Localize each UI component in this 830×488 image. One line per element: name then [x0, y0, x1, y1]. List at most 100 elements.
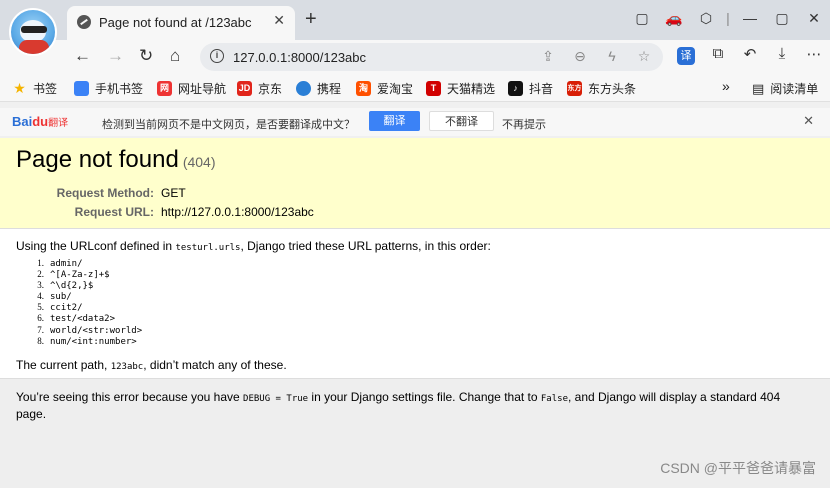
phone-icon [74, 81, 89, 96]
new-tab-button[interactable]: + [305, 8, 317, 31]
divider: | [726, 10, 730, 26]
request-url-value: http://127.0.0.1:8000/123abc [161, 205, 314, 219]
explanation-text: You’re seeing this error because you hav… [16, 390, 781, 421]
address-bar[interactable]: i 127.0.0.1:8000/123abc ⇪ ⊖ ϟ ☆ [200, 43, 663, 71]
bookmark-label: 天猫精选 [447, 82, 496, 96]
jd-icon: JD [237, 81, 252, 96]
close-translate-icon[interactable]: ✕ [803, 113, 814, 129]
url-pattern-list: 1. admin/ 2. ^[A-Za-z]+$ 3. ^\d{2,}$ 4. sub/… [30, 258, 142, 347]
error-summary: Page not found (404) Request Method: GET … [0, 138, 830, 229]
bookmark-item[interactable]: ♪ 抖音 [508, 80, 553, 97]
toolbar-right: 译 ⧉ ↶ ⤓ ⋯ [673, 45, 827, 65]
title-bar: Page not found at /123abc ✕ + ▢ 🚗 ⬡ | — … [0, 0, 830, 40]
bookmark-item[interactable]: 东方 东方头条 [567, 80, 636, 97]
avatar-glasses [21, 26, 47, 33]
bookmark-label: 爱淘宝 [377, 82, 414, 96]
extensions-icon[interactable]: ⧉ [705, 45, 731, 65]
translate-button[interactable]: 翻译 [369, 111, 420, 131]
list-item: 5. ccit2/ [37, 302, 83, 314]
never-translate-link[interactable]: 不再提示 [502, 116, 546, 132]
tab-favicon-icon [77, 15, 91, 29]
urlconf-line: Using the URLconf defined in testurl.url… [16, 239, 491, 253]
bookmark-item[interactable]: ★ 书签 [12, 80, 57, 97]
no-translate-button[interactable]: 不翻译 [429, 111, 494, 131]
bookmarks-bar: ★ 书签 手机书签 网 网址导航 JD 京东 携程 淘 爱淘宝 T 天猫精选 ♪… [0, 74, 830, 102]
bookmark-label: 书签 [33, 82, 58, 96]
ctrip-icon [296, 81, 311, 96]
bookmark-label: 东方头条 [588, 82, 637, 96]
debug-explanation: You’re seeing this error because you hav… [0, 378, 830, 488]
nav-icon: 网 [157, 81, 172, 96]
current-path: 123abc [110, 362, 144, 372]
page-content: Page not found (404) Request Method: GET … [0, 138, 830, 488]
star-icon: ★ [13, 80, 26, 96]
list-item: 6. test/<data2> [37, 313, 116, 325]
undo-icon[interactable]: ↶ [737, 45, 763, 65]
bookmark-item[interactable]: 网 网址导航 [157, 80, 226, 97]
maximize-icon[interactable]: ▢ [766, 10, 798, 27]
list-item: 7. world/<str:world> [37, 324, 143, 336]
share-icon[interactable]: ⇪ [537, 48, 559, 65]
browser-toolbar: ← → ↻ ⌂ i 127.0.0.1:8000/123abc ⇪ ⊖ ϟ ☆ … [0, 40, 830, 74]
bookmark-label: 手机书签 [95, 82, 144, 96]
reading-list-label: 阅读清单 [770, 82, 819, 96]
zoom-icon[interactable]: ⊖ [569, 48, 591, 65]
profile-avatar[interactable] [9, 8, 57, 56]
translate-icon[interactable]: 译 [677, 47, 695, 65]
douyin-icon: ♪ [508, 81, 523, 96]
shirt-icon[interactable]: ⬡ [690, 10, 722, 27]
download-icon[interactable]: ⤓ [769, 45, 795, 65]
taobao-icon: 淘 [356, 81, 371, 96]
close-window-icon[interactable]: ✕ [798, 10, 830, 27]
page-title: Page not found (404) [16, 146, 216, 173]
list-item: 1. admin/ [37, 258, 83, 269]
debug-setting: DEBUG = True [243, 394, 309, 404]
bookmark-item[interactable]: JD 京东 [237, 80, 282, 97]
error-info: Using the URLconf defined in testurl.url… [0, 230, 830, 378]
urlconf-module: testurl.urls [175, 243, 241, 253]
bookmark-item[interactable]: 手机书签 [74, 80, 143, 97]
current-path-line: The current path, 123abc, didn’t match a… [16, 358, 287, 372]
translate-bar: Baidu翻译 检测到当前网页不是中文网页，是否要翻译成中文？ 翻译 不翻译 不… [0, 108, 830, 136]
baidu-translate-logo: Baidu翻译 [12, 114, 69, 129]
forward-icon[interactable]: → [107, 46, 124, 66]
request-url-label: Request URL: [74, 205, 154, 219]
minimize-icon[interactable]: — [734, 10, 766, 26]
dftt-icon: 东方 [567, 81, 582, 96]
refresh-icon[interactable]: ↻ [139, 46, 153, 66]
tmall-icon: T [426, 81, 441, 96]
car-icon[interactable]: 🚗 [658, 10, 690, 27]
reading-list-icon: ▤ [752, 80, 765, 96]
address-actions: ⇪ ⊖ ϟ ☆ [537, 48, 655, 65]
request-method-value: GET [161, 186, 186, 200]
list-item: 3. ^\d{2,}$ [37, 280, 94, 292]
status-code: (404) [182, 154, 216, 170]
bookmark-item[interactable]: 淘 爱淘宝 [356, 80, 413, 97]
bookmark-label: 抖音 [529, 82, 554, 96]
avatar-body [19, 40, 49, 54]
list-item: 4. sub/ [37, 291, 72, 303]
address-url[interactable]: 127.0.0.1:8000/123abc [233, 50, 366, 65]
more-bookmarks-icon[interactable]: » [722, 78, 730, 94]
tab-actions-icon[interactable]: ▢ [626, 10, 658, 27]
request-method-label: Request Method: [56, 186, 154, 200]
reading-list-button[interactable]: ▤ 阅读清单 [752, 80, 818, 97]
menu-icon[interactable]: ⋯ [801, 45, 827, 65]
back-icon[interactable]: ← [74, 46, 91, 66]
list-item: 8. num/<int:number> [37, 335, 137, 347]
bookmark-label: 网址导航 [178, 82, 227, 96]
false-value: False [540, 394, 568, 404]
home-icon[interactable]: ⌂ [170, 46, 180, 66]
bookmark-item[interactable]: T 天猫精选 [426, 80, 495, 97]
translate-message: 检测到当前网页不是中文网页，是否要翻译成中文？ [102, 119, 355, 131]
bookmark-item[interactable]: 携程 [296, 80, 341, 97]
tab-close-icon[interactable]: ✕ [273, 12, 285, 29]
favorite-star-icon[interactable]: ☆ [633, 48, 655, 65]
browser-tab[interactable]: Page not found at /123abc ✕ [67, 6, 295, 40]
lightning-icon[interactable]: ϟ [601, 48, 623, 65]
bookmark-label: 京东 [258, 82, 283, 96]
site-info-icon[interactable]: i [210, 49, 224, 63]
bookmark-label: 携程 [317, 82, 342, 96]
tab-title: Page not found at /123abc [99, 15, 252, 30]
watermark: CSDN @平平爸爸请暴富 [660, 460, 816, 476]
